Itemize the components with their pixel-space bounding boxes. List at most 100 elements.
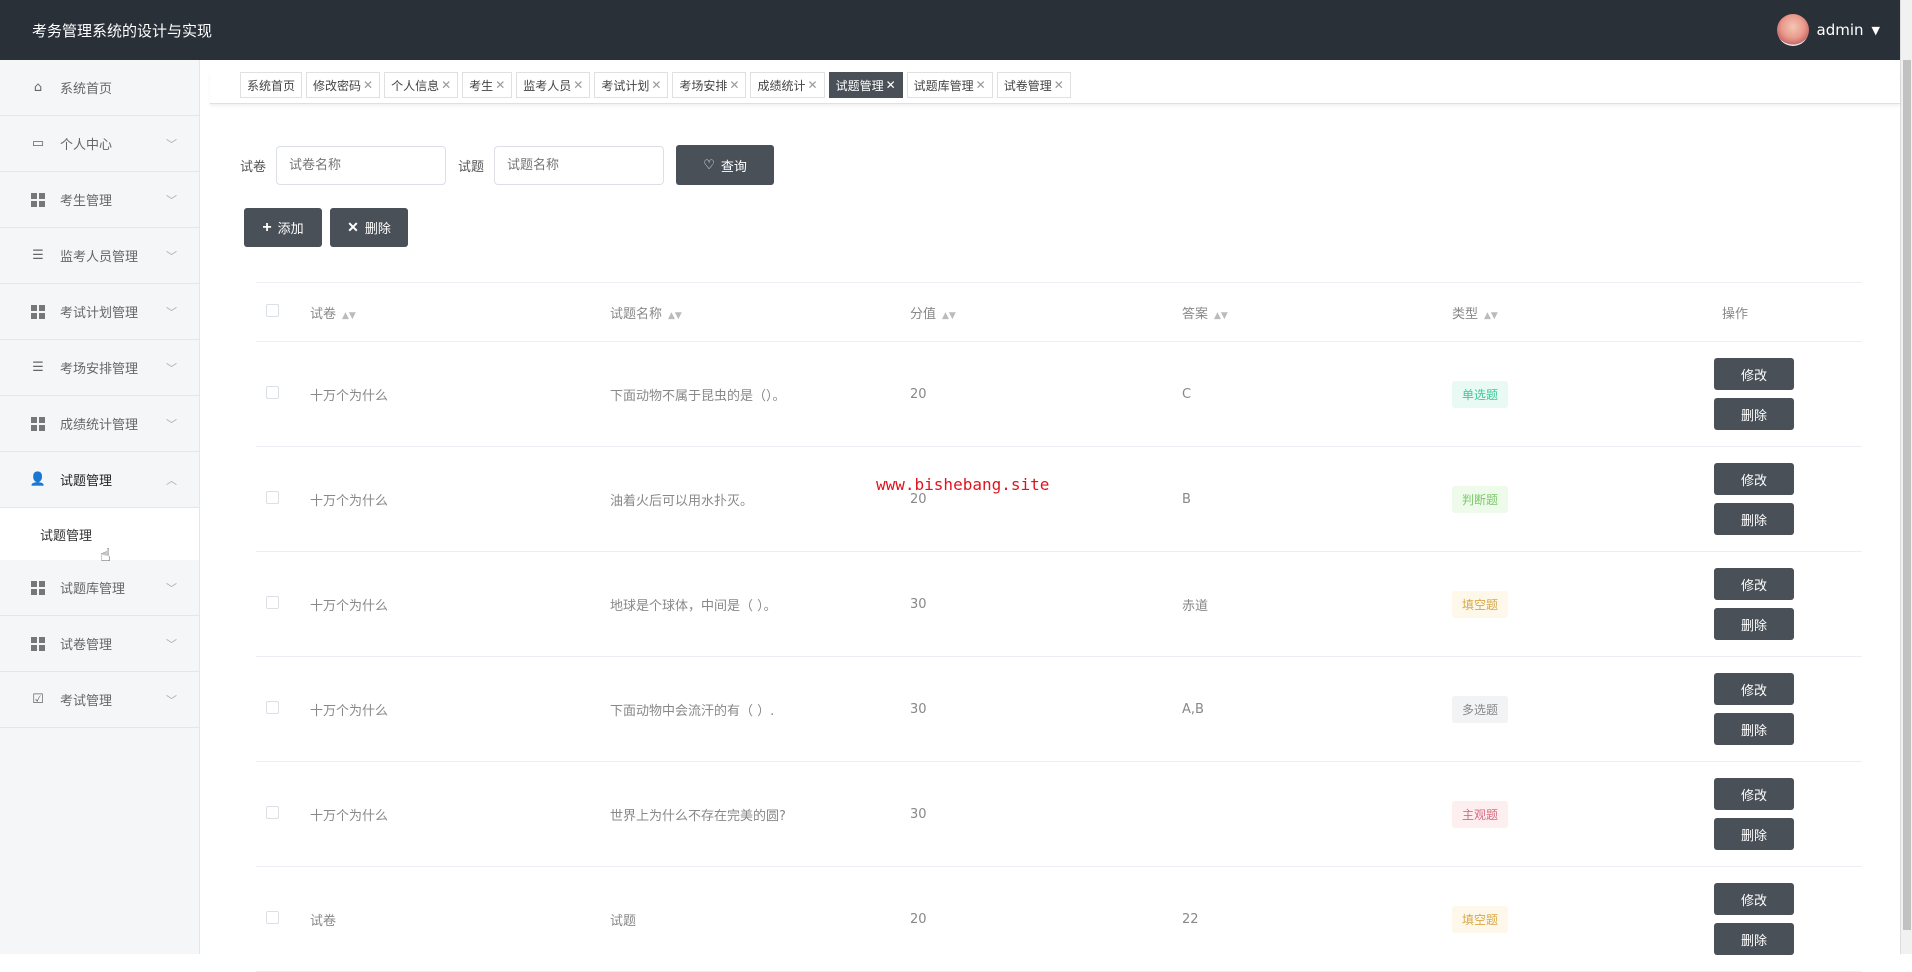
sidebar-item[interactable]: ☰ 考场安排管理 ﹀ <box>0 340 199 396</box>
question-cell: 试题 <box>610 913 637 929</box>
row-checkbox[interactable] <box>266 700 279 714</box>
close-tab-icon[interactable]: ✕ <box>808 78 818 92</box>
sidebar-item[interactable]: 试卷管理 ﹀ <box>0 616 199 672</box>
tab[interactable]: 试卷管理 ✕ <box>996 72 1071 98</box>
tab[interactable]: 监考人员 ✕ <box>516 72 591 98</box>
table-header: 试卷 ▲▼ 试题名称 ▲▼ 分值 ▲▼ 答案 ▲▼ 类型 ▲▼ 操作 <box>256 283 1862 342</box>
delete-button[interactable]: ✕ 删除 <box>330 208 408 247</box>
sort-icon[interactable]: ▲▼ <box>1484 311 1498 321</box>
row-delete-button[interactable]: 删除 <box>1714 713 1794 745</box>
table-row: 试卷 试题 20 22 填空题 修改 删除 <box>256 867 1862 972</box>
row-checkbox[interactable] <box>266 595 279 609</box>
edit-button[interactable]: 修改 <box>1714 568 1794 600</box>
select-all-checkbox[interactable] <box>266 303 279 317</box>
close-tab-icon[interactable]: ✕ <box>729 78 739 92</box>
add-label: 添加 <box>277 221 304 236</box>
avatar <box>1776 14 1809 46</box>
column-header[interactable]: 试题名称 ▲▼ <box>610 303 910 322</box>
tab-label: 个人信息 <box>391 78 440 93</box>
tab-label: 考场安排 <box>679 78 728 93</box>
sort-icon[interactable]: ▲▼ <box>342 311 356 321</box>
tab[interactable]: 考场安排 ✕ <box>672 72 747 98</box>
sidebar-item[interactable]: ☰ 监考人员管理 ﹀ <box>0 228 199 284</box>
chevron-down-icon: ﹀ <box>166 305 177 319</box>
tab-label: 考生 <box>469 78 494 93</box>
row-delete-button[interactable]: 删除 <box>1714 923 1794 955</box>
delete-label: 删除 <box>364 221 391 236</box>
sidebar-item[interactable]: 考试计划管理 ﹀ <box>0 284 199 340</box>
sidebar-item[interactable]: 成绩统计管理 ﹀ <box>0 396 199 452</box>
tab[interactable]: 试题库管理 ✕ <box>906 72 993 98</box>
sidebar-item[interactable]: ⌂ 系统首页 <box>0 60 199 116</box>
row-checkbox[interactable] <box>266 385 279 399</box>
column-label: 类型 <box>1452 306 1479 322</box>
score-cell: 30 <box>910 701 927 717</box>
edit-button[interactable]: 修改 <box>1714 463 1794 495</box>
tab[interactable]: 考试计划 ✕ <box>594 72 669 98</box>
close-tab-icon[interactable]: ✕ <box>495 78 505 92</box>
close-tab-icon[interactable]: ✕ <box>976 78 986 92</box>
row-checkbox[interactable] <box>266 805 279 819</box>
chevron-down-icon: ﹀ <box>166 637 177 651</box>
sidebar-item[interactable]: ▭ 个人中心 ﹀ <box>0 116 199 172</box>
sidebar-item[interactable]: 👤 试题管理 ︿ <box>0 452 199 508</box>
chevron-up-icon: ︿ <box>166 473 177 487</box>
sidebar-item-label: 试题库管理 <box>60 582 126 597</box>
question-name-input[interactable] <box>494 145 665 185</box>
chevron-down-icon: ﹀ <box>166 361 177 375</box>
close-tab-icon[interactable]: ✕ <box>441 78 451 92</box>
sidebar-item-label: 考试计划管理 <box>60 306 139 321</box>
sort-icon[interactable]: ▲▼ <box>1214 311 1228 321</box>
tab-label: 试题管理 <box>835 78 884 93</box>
row-checkbox[interactable] <box>266 910 279 924</box>
column-header[interactable]: 答案 ▲▼ <box>1182 303 1452 322</box>
chevron-down-icon: ﹀ <box>166 417 177 431</box>
query-button[interactable]: ♡ 查询 <box>676 145 775 185</box>
tab[interactable]: 系统首页 <box>240 72 303 98</box>
close-tab-icon[interactable]: ✕ <box>651 78 661 92</box>
sidebar: ⌂ 系统首页 ▭ 个人中心 ﹀ 考生管理 ﹀ ☰ 监考人员管理 ﹀ 考试计划管理 ﹀ ☰ 考场安排管理 ﹀ 成… <box>0 60 200 954</box>
tab-label: 系统首页 <box>247 78 296 93</box>
tab-bar: 系统首页 修改密码 ✕ 个人信息 ✕ 考生 ✕ 监考人员 ✕ 考试计划 ✕ 考场安排 ✕ 成绩统计 ✕ 试题管… <box>210 72 1900 104</box>
edit-button[interactable]: 修改 <box>1714 883 1794 915</box>
row-checkbox[interactable] <box>266 490 279 504</box>
sidebar-item[interactable]: 考生管理 ﹀ <box>0 172 199 228</box>
close-tab-icon[interactable]: ✕ <box>573 78 583 92</box>
scrollbar-thumb[interactable] <box>1903 60 1911 930</box>
close-tab-icon[interactable]: ✕ <box>363 78 373 92</box>
tab[interactable]: 试题管理 ✕ <box>828 72 903 98</box>
column-header[interactable]: 类型 ▲▼ <box>1452 303 1722 322</box>
sidebar-item-label: 试题管理 <box>60 474 113 489</box>
tab[interactable]: 成绩统计 ✕ <box>750 72 825 98</box>
tab[interactable]: 修改密码 ✕ <box>306 72 381 98</box>
sidebar-item-label: 考场安排管理 <box>60 362 139 377</box>
edit-button[interactable]: 修改 <box>1714 778 1794 810</box>
paper-name-input[interactable] <box>276 145 447 185</box>
row-delete-button[interactable]: 删除 <box>1714 818 1794 850</box>
paper-label: 试卷 <box>240 159 267 175</box>
sort-icon[interactable]: ▲▼ <box>668 311 682 321</box>
scrollbar[interactable] <box>1900 0 1912 954</box>
sidebar-item[interactable]: ☑ 考试管理 ﹀ <box>0 672 199 728</box>
user-icon: 👤 <box>29 472 47 487</box>
close-tab-icon[interactable]: ✕ <box>886 78 896 92</box>
column-header[interactable]: 试卷 ▲▼ <box>310 303 610 322</box>
edit-button[interactable]: 修改 <box>1714 673 1794 705</box>
row-delete-button[interactable]: 删除 <box>1714 503 1794 535</box>
edit-button[interactable]: 修改 <box>1714 358 1794 390</box>
row-delete-button[interactable]: 删除 <box>1714 608 1794 640</box>
sidebar-item[interactable]: 试题库管理 ﹀ <box>0 560 199 616</box>
tab[interactable]: 个人信息 ✕ <box>384 72 459 98</box>
tab-label: 监考人员 <box>523 78 572 93</box>
tab[interactable]: 考生 ✕ <box>462 72 513 98</box>
close-tab-icon[interactable]: ✕ <box>1054 78 1064 92</box>
row-delete-button[interactable]: 删除 <box>1714 398 1794 430</box>
top-bar: 考务管理系统的设计与实现 admin ▼ <box>0 0 1900 60</box>
user-menu[interactable]: admin ▼ <box>1776 14 1880 46</box>
tab-label: 试题库管理 <box>913 78 974 93</box>
add-button[interactable]: + 添加 <box>244 208 322 247</box>
table-row: 十万个为什么 世界上为什么不存在完美的圆? 30 主观题 修改 删除 <box>256 762 1862 867</box>
plus-icon: + <box>262 218 272 236</box>
column-header[interactable]: 分值 ▲▼ <box>910 303 1182 322</box>
sort-icon[interactable]: ▲▼ <box>942 311 956 321</box>
